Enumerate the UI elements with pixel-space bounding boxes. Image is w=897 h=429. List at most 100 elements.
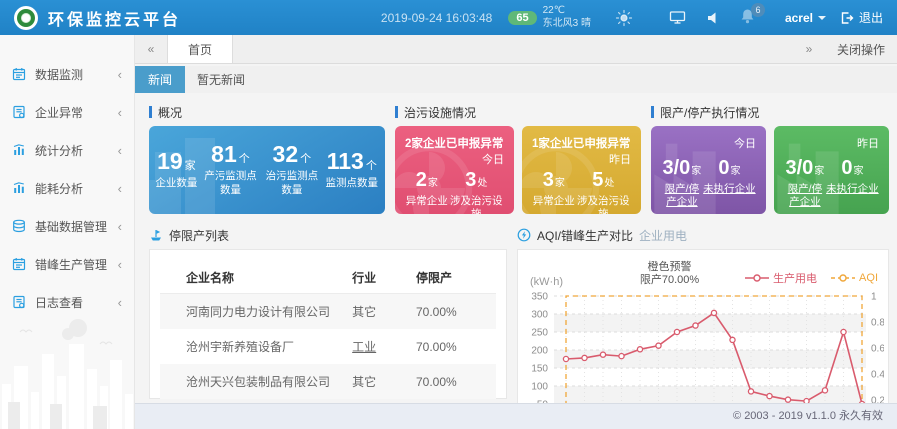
chevron-left-icon <box>118 105 122 120</box>
section-title-overview: 概况 <box>158 104 182 121</box>
svg-text:0.6: 0.6 <box>871 344 884 355</box>
table-row[interactable]: 沧州天兴包装制品有限公司 其它 70.00% <box>160 364 496 399</box>
sidebar-item-base-data[interactable]: 基础数据管理 <box>0 207 134 245</box>
unexecuted-enterprises-link[interactable]: 未执行企业 <box>826 183 879 209</box>
close-operations-button[interactable]: 关闭操作 <box>825 35 897 63</box>
section-aqi-chart: AQI/错峰生产对比 企业用电 (kW·h) 橙色预警 限产70.00% <box>517 228 889 417</box>
pollution-card-yesterday[interactable]: 1家企业已申报异常 昨日 3家 5处 异常企业 涉及治污设施 <box>522 126 641 214</box>
y-axis-unit-label: (kW·h) <box>530 276 594 288</box>
section-bar <box>651 106 654 118</box>
limited-enterprises-link[interactable]: 限产/停产企业 <box>661 183 703 209</box>
section-bar <box>395 106 398 118</box>
logout-button[interactable]: 退出 <box>840 9 883 26</box>
user-menu[interactable]: acrel <box>785 11 826 25</box>
limit-card-yesterday[interactable]: 昨日 3/0家 0家 限产/停产企业 未执行企业 <box>774 126 889 214</box>
col-header-industry: 行业 <box>348 262 412 294</box>
legend-item-aqi[interactable]: AQI <box>831 272 878 284</box>
barchart-icon <box>12 143 26 157</box>
scroll-tabs-left-icon[interactable] <box>135 35 167 63</box>
calendar-icon <box>12 67 26 81</box>
app-header: 环保监控云平台 2019-09-24 16:03:48 65 22℃ 东北风3 … <box>0 0 897 35</box>
sidebar: 数据监测 企业异常 统计分析 能耗分析 <box>0 35 135 429</box>
industry-link[interactable]: 工业 <box>348 329 412 364</box>
svg-text:250: 250 <box>531 328 548 339</box>
col-header-limit: 停限产 <box>412 262 496 294</box>
section-production-limit: 限产/停产执行情况 今日 3/0家 0家 限产/停产企业 未执行 <box>651 105 889 214</box>
svg-text:0.8: 0.8 <box>871 318 884 329</box>
document-icon <box>12 105 26 119</box>
monitor-icon[interactable] <box>669 10 686 25</box>
main-area: 首页 关闭操作 新闻 暂无新闻 概况 19家 企业数量 <box>135 35 897 429</box>
news-content: 暂无新闻 <box>197 71 245 88</box>
limit-list-table: 企业名称 行业 停限产 河南同力电力设计有限公司 其它 70.00% <box>160 262 496 399</box>
stat-enterprise-count: 19家 企业数量 <box>153 150 200 191</box>
document-icon <box>12 295 26 309</box>
svg-text:150: 150 <box>531 364 548 375</box>
day-label: 今日 <box>405 151 504 167</box>
tab-home[interactable]: 首页 <box>167 35 233 63</box>
dashed-line-marker-icon <box>831 273 855 283</box>
day-label: 昨日 <box>532 151 631 167</box>
day-label: 昨日 <box>784 135 879 151</box>
svg-text:1: 1 <box>871 292 877 303</box>
logout-icon <box>840 11 854 25</box>
table-row[interactable]: 沧州宇新养殖设备厂 工业 70.00% <box>160 329 496 364</box>
overview-card[interactable]: 19家 企业数量 81个 产污监测点数量 32个 治污监测点数量 113个 监测… <box>149 126 385 214</box>
chevron-left-icon <box>118 295 122 310</box>
chart-annotation: 橙色预警 限产70.00% <box>594 261 745 289</box>
unexecuted-enterprises-link[interactable]: 未执行企业 <box>703 183 756 209</box>
stat-monitor-points: 113个 监测点数量 <box>323 150 381 191</box>
sidebar-item-data-monitor[interactable]: 数据监测 <box>0 55 134 93</box>
news-label: 新闻 <box>135 66 185 93</box>
factory-icon <box>149 228 163 242</box>
limit-card-today[interactable]: 今日 3/0家 0家 限产/停产企业 未执行企业 <box>651 126 766 214</box>
speaker-icon[interactable] <box>706 11 720 25</box>
chevron-left-icon <box>118 219 122 234</box>
section-overview: 概况 19家 企业数量 81个 产污监测点数量 32个 治 <box>149 105 385 214</box>
calendar-icon <box>12 257 26 271</box>
sidebar-item-energy-analysis[interactable]: 能耗分析 <box>0 169 134 207</box>
limited-enterprises-link[interactable]: 限产/停产企业 <box>784 183 826 209</box>
aqi-chart-panel: (kW·h) 橙色预警 限产70.00% 生产用电 <box>517 249 889 417</box>
section-bar <box>149 106 152 118</box>
caret-down-icon <box>818 16 826 20</box>
footer: © 2003 - 2019 v1.1.0 永久有效 <box>135 403 897 429</box>
svg-text:100: 100 <box>531 382 548 393</box>
svg-text:0.4: 0.4 <box>871 370 884 381</box>
stat-treatment-points: 32个 治污监测点数量 <box>261 143 322 197</box>
stat-pollution-points: 81个 产污监测点数量 <box>200 143 261 197</box>
chart-legend: 生产用电 AQI <box>745 270 878 288</box>
datetime: 2019-09-24 16:03:48 <box>381 11 492 25</box>
barchart-icon <box>12 181 26 195</box>
section-limit-list: 停限产列表 企业名称 行业 停限产 河南同力电 <box>149 228 507 417</box>
notification-count-badge: 6 <box>751 3 765 17</box>
sun-weather-icon <box>615 9 633 27</box>
news-bar: 新闻 暂无新闻 <box>135 66 897 93</box>
weather-widget: 65 22℃ 东北风3 晴 <box>508 5 591 30</box>
pollution-card-today[interactable]: 2家企业已申报异常 今日 2家 3处 异常企业 涉及治污设施 <box>395 126 514 214</box>
section-title-aqi: AQI/错峰生产对比 <box>537 227 633 244</box>
section-title-limit: 限产/停产执行情况 <box>660 104 759 121</box>
scroll-tabs-right-icon[interactable] <box>793 35 825 63</box>
lightning-circle-icon <box>517 228 531 242</box>
weather-text: 22℃ 东北风3 晴 <box>543 5 591 30</box>
aqi-badge: 65 <box>508 11 536 25</box>
section-subtitle-power: 企业用电 <box>639 227 687 244</box>
city-skyline-illustration <box>0 314 135 429</box>
notifications-button[interactable]: 6 <box>740 8 755 27</box>
sidebar-item-statistics[interactable]: 统计分析 <box>0 131 134 169</box>
legend-item-power[interactable]: 生产用电 <box>745 270 817 286</box>
col-header-name: 企业名称 <box>160 262 348 294</box>
section-title-limit-list: 停限产列表 <box>169 227 229 244</box>
sidebar-item-log-view[interactable]: 日志查看 <box>0 283 134 321</box>
sidebar-item-offpeak-production[interactable]: 错峰生产管理 <box>0 245 134 283</box>
svg-text:350: 350 <box>531 292 548 303</box>
chevron-left-icon <box>118 181 122 196</box>
section-title-pollution: 治污设施情况 <box>404 104 476 121</box>
table-row[interactable]: 河南同力电力设计有限公司 其它 70.00% <box>160 294 496 330</box>
svg-text:300: 300 <box>531 310 548 321</box>
line-marker-icon <box>745 273 769 283</box>
sidebar-item-enterprise-abnormal[interactable]: 企业异常 <box>0 93 134 131</box>
chevron-left-icon <box>118 67 122 82</box>
copyright-text: © 2003 - 2019 v1.1.0 永久有效 <box>733 410 883 422</box>
